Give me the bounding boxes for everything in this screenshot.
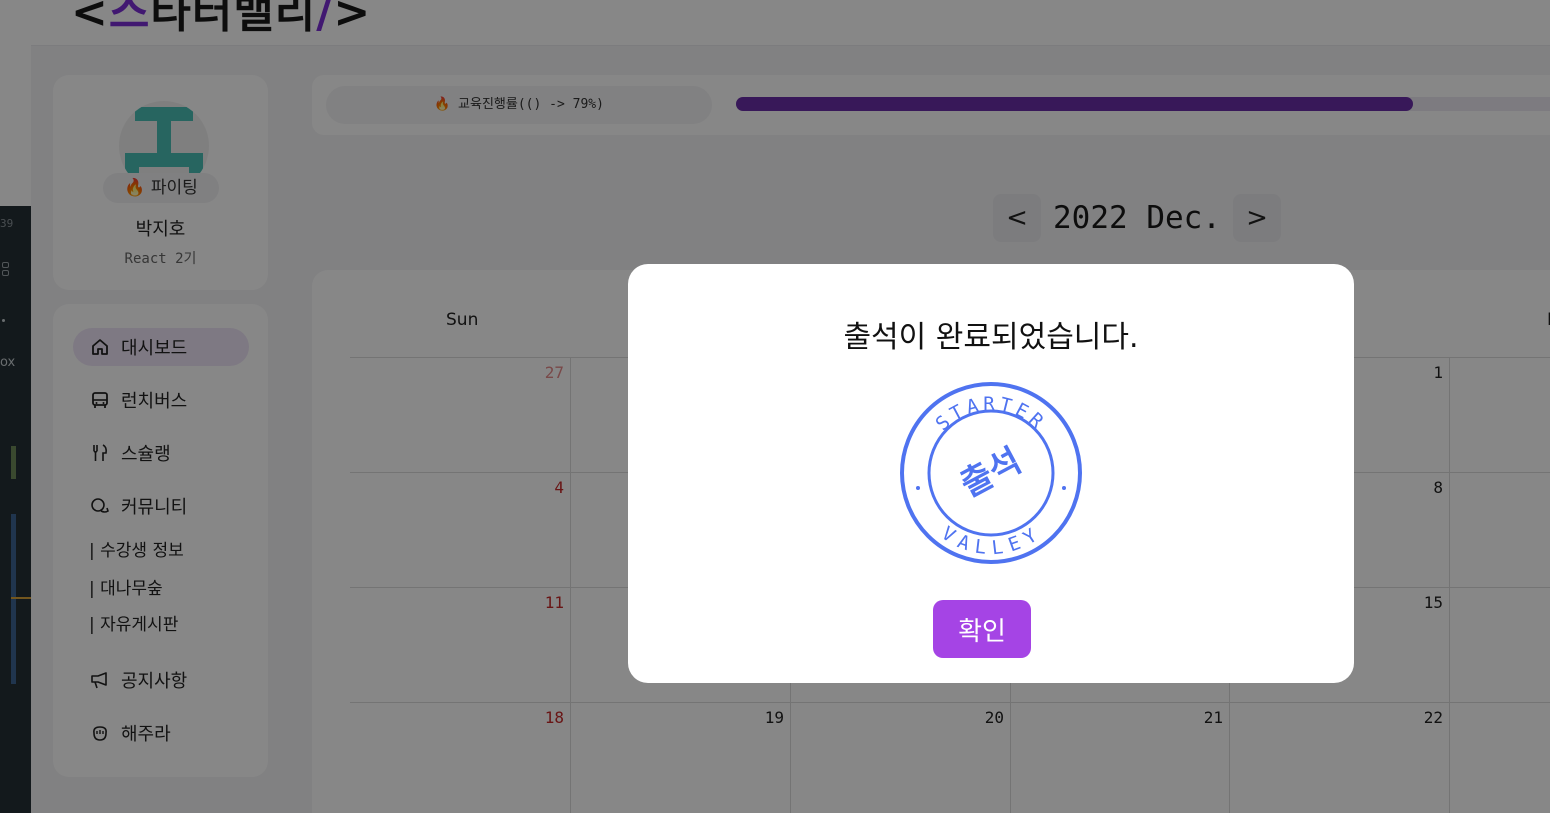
stamp-top-text: STARTER — [932, 393, 1047, 435]
modal-title: 출석이 완료되었습니다. — [843, 320, 1139, 355]
stamp-center-text: 출석 — [954, 441, 1028, 506]
attendance-stamp-icon: STARTER VALLEY 출석 — [900, 382, 1082, 564]
svg-text:STARTER: STARTER — [932, 393, 1051, 435]
attendance-modal: 출석이 완료되었습니다. STARTER VALLEY 출석 확인 — [628, 264, 1354, 683]
confirm-button[interactable]: 확인 — [933, 600, 1031, 658]
